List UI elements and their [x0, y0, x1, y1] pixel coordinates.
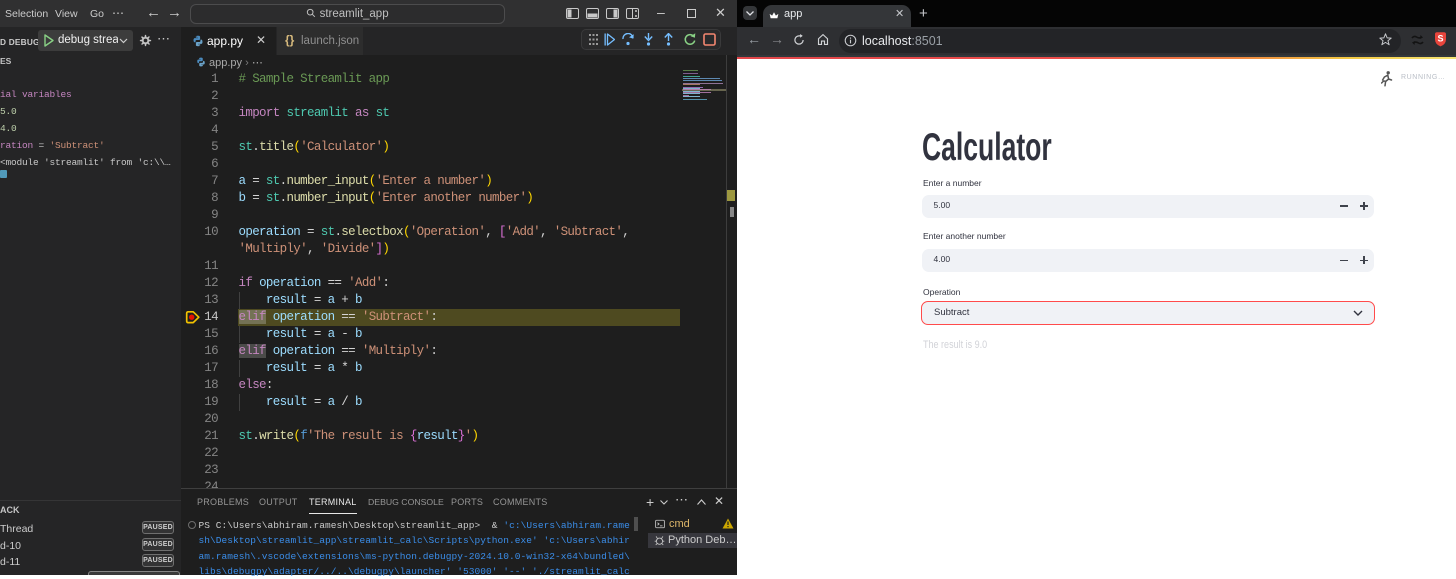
- svg-text:S: S: [1437, 34, 1443, 44]
